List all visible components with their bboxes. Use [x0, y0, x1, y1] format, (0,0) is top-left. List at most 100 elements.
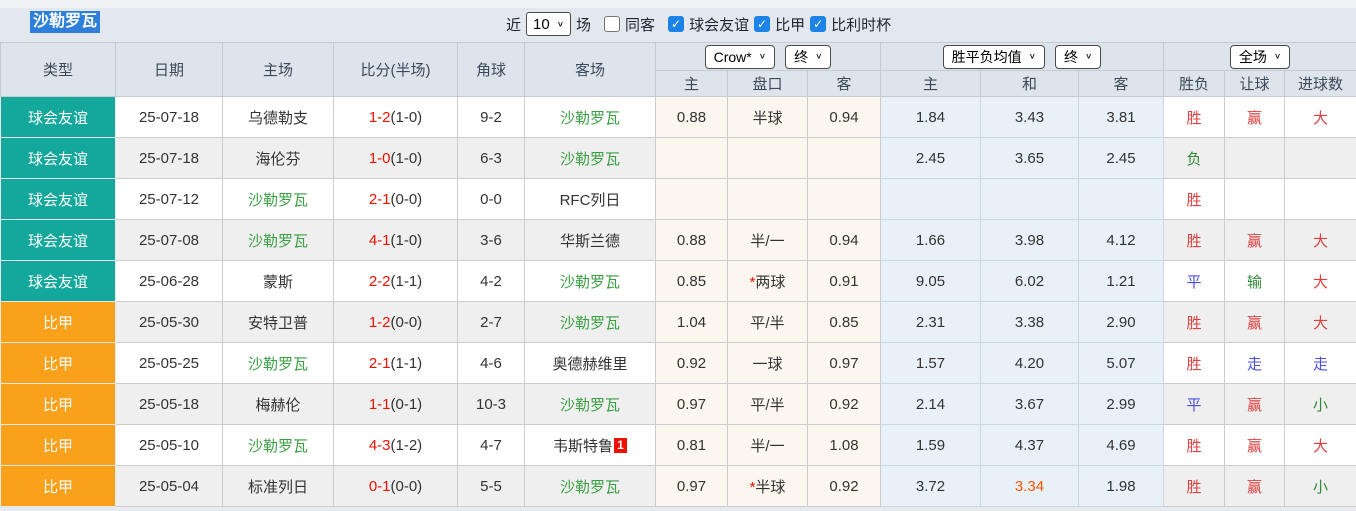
fulltime-score: 2-1 [368, 190, 391, 208]
match-result: 胜 [1163, 96, 1225, 138]
away-team: 沙勒罗瓦 [559, 109, 620, 127]
match-type-badge: 球会友谊 [0, 260, 116, 302]
goals-result: 大 [1283, 219, 1356, 261]
home-team: 沙勒罗瓦 [222, 178, 334, 220]
chevron-down-icon: ∨ [1085, 52, 1093, 61]
odds-company-select[interactable]: Crow* ∨ [704, 44, 776, 69]
avg-draw-odds: 3.43 [980, 96, 1079, 138]
same-opponent-checkbox[interactable] [604, 16, 621, 32]
fulltime-score: 4-3 [368, 436, 391, 454]
handicap-line [727, 137, 808, 179]
filter-cup-checkbox[interactable]: ✓ [810, 16, 827, 32]
goals-result: 大 [1283, 96, 1356, 138]
away-team-cell: 奥德赫维里 [524, 342, 656, 384]
handicap-away-odds: 0.94 [807, 219, 881, 261]
away-team: 沙勒罗瓦 [559, 273, 620, 291]
match-type-badge: 比甲 [0, 465, 116, 507]
table-row: 球会友谊 25-07-18 海伦芬 1-0(1-0) 6-3 沙勒罗瓦 2.45… [0, 137, 1356, 179]
match-result: 胜 [1163, 178, 1225, 220]
result-group-header: 全场 ∨ [1162, 42, 1356, 71]
halftime-score: (1-2) [390, 436, 423, 454]
handicap-home-odds: 0.85 [655, 260, 728, 302]
filter-controls: 近 10 ∨ 场 同客 ✓ 球会友谊 ✓ 比甲 ✓ 比利时杯 [506, 10, 891, 38]
corner-count: 10-3 [457, 383, 525, 425]
fulltime-score: 1-2 [368, 108, 391, 126]
goals-result: 大 [1283, 301, 1356, 343]
avg-away-odds: 3.81 [1078, 96, 1164, 138]
handicap-group-header: Crow* ∨ 终 ∨ [655, 42, 881, 71]
avg-home-odds: 1.57 [880, 342, 981, 384]
header-score: 比分(半场) [333, 42, 458, 97]
avg-away-odds: 1.21 [1078, 260, 1164, 302]
scope-value: 全场 [1238, 48, 1267, 65]
subheader-avg-away: 客 [1078, 70, 1164, 97]
handicap-line: 半/一 [727, 424, 808, 466]
goals-result: 小 [1283, 383, 1356, 425]
goals-result: 大 [1283, 424, 1356, 466]
goals-result [1283, 178, 1356, 220]
match-count-select[interactable]: 10 ∨ [526, 12, 572, 36]
check-icon: ✓ [671, 17, 682, 31]
handicap-line: *两球 [727, 260, 808, 302]
corner-count: 3-6 [457, 219, 525, 261]
odds-state-select[interactable]: 终 ∨ [785, 44, 832, 69]
handicap-result: 赢 [1224, 219, 1285, 261]
handicap-line: 平/半 [727, 383, 808, 425]
team-title: 沙勒罗瓦 [30, 11, 101, 33]
fulltime-score: 2-2 [368, 272, 391, 290]
away-team: 沙勒罗瓦 [559, 478, 620, 496]
halftime-score: (0-0) [390, 190, 423, 208]
table-row: 比甲 25-05-18 梅赫伦 1-1(0-1) 10-3 沙勒罗瓦 0.97 … [0, 383, 1356, 425]
header-corner: 角球 [457, 42, 525, 97]
handicap-text: 一球 [752, 355, 783, 373]
handicap-text: 平/半 [750, 396, 785, 414]
avg-type-select[interactable]: 胜平负均值 ∨ [942, 44, 1045, 69]
check-icon: ✓ [813, 17, 824, 31]
fulltime-score: 4-1 [368, 231, 391, 249]
avg-home-odds: 3.72 [880, 465, 981, 507]
match-type-badge: 比甲 [0, 383, 116, 425]
fulltime-score: 1-1 [368, 395, 391, 413]
table-header: 类型 日期 主场 比分(半场) 角球 客场 Crow* ∨ 终 ∨ 胜平负均值 … [0, 42, 1356, 97]
chevron-down-icon: ∨ [556, 19, 565, 29]
match-type-badge: 球会友谊 [0, 178, 116, 220]
filter-league-label: 比甲 [775, 16, 806, 34]
match-date: 25-06-28 [115, 260, 223, 302]
scope-select[interactable]: 全场 ∨ [1229, 44, 1291, 69]
home-team: 沙勒罗瓦 [222, 424, 334, 466]
handicap-away-odds: 0.85 [807, 301, 881, 343]
halftime-score: (1-0) [390, 108, 423, 126]
subheader-handicap-result: 让球 [1224, 70, 1285, 97]
avg-state-value: 终 [1064, 48, 1078, 65]
match-type-badge: 球会友谊 [0, 219, 116, 261]
goals-result: 大 [1283, 260, 1356, 302]
chevron-down-icon: ∨ [1028, 52, 1036, 61]
subheader-result: 胜负 [1163, 70, 1225, 97]
same-opponent-label: 同客 [625, 16, 656, 34]
handicap-home-odds [655, 137, 728, 179]
away-team: 华斯兰德 [559, 232, 620, 250]
handicap-text: 平/半 [750, 314, 785, 332]
home-team: 梅赫伦 [222, 383, 334, 425]
halftime-score: (0-0) [390, 477, 423, 495]
avg-draw-odds: 3.98 [980, 219, 1079, 261]
avg-state-select[interactable]: 终 ∨ [1055, 44, 1102, 69]
handicap-away-odds: 0.92 [807, 465, 881, 507]
handicap-home-odds: 0.88 [655, 96, 728, 138]
match-date: 25-07-12 [115, 178, 223, 220]
filter-friendly-checkbox[interactable]: ✓ [668, 16, 685, 32]
home-team: 蒙斯 [222, 260, 334, 302]
chevron-down-icon: ∨ [815, 52, 823, 61]
handicap-result: 赢 [1224, 424, 1285, 466]
table-row: 比甲 25-05-25 沙勒罗瓦 2-1(1-1) 4-6 奥德赫维里 0.92… [0, 342, 1356, 384]
avg-draw-odds: 6.02 [980, 260, 1079, 302]
away-team-cell: 沙勒罗瓦 [524, 465, 656, 507]
filter-league-checkbox[interactable]: ✓ [754, 16, 771, 32]
handicap-line: 一球 [727, 342, 808, 384]
avg-home-odds [880, 178, 981, 220]
header-home: 主场 [222, 42, 334, 97]
avg-draw-odds [980, 178, 1079, 220]
score-cell: 2-1(1-1) [333, 342, 458, 384]
handicap-text: 半/一 [750, 232, 785, 250]
handicap-away-odds: 0.97 [807, 342, 881, 384]
